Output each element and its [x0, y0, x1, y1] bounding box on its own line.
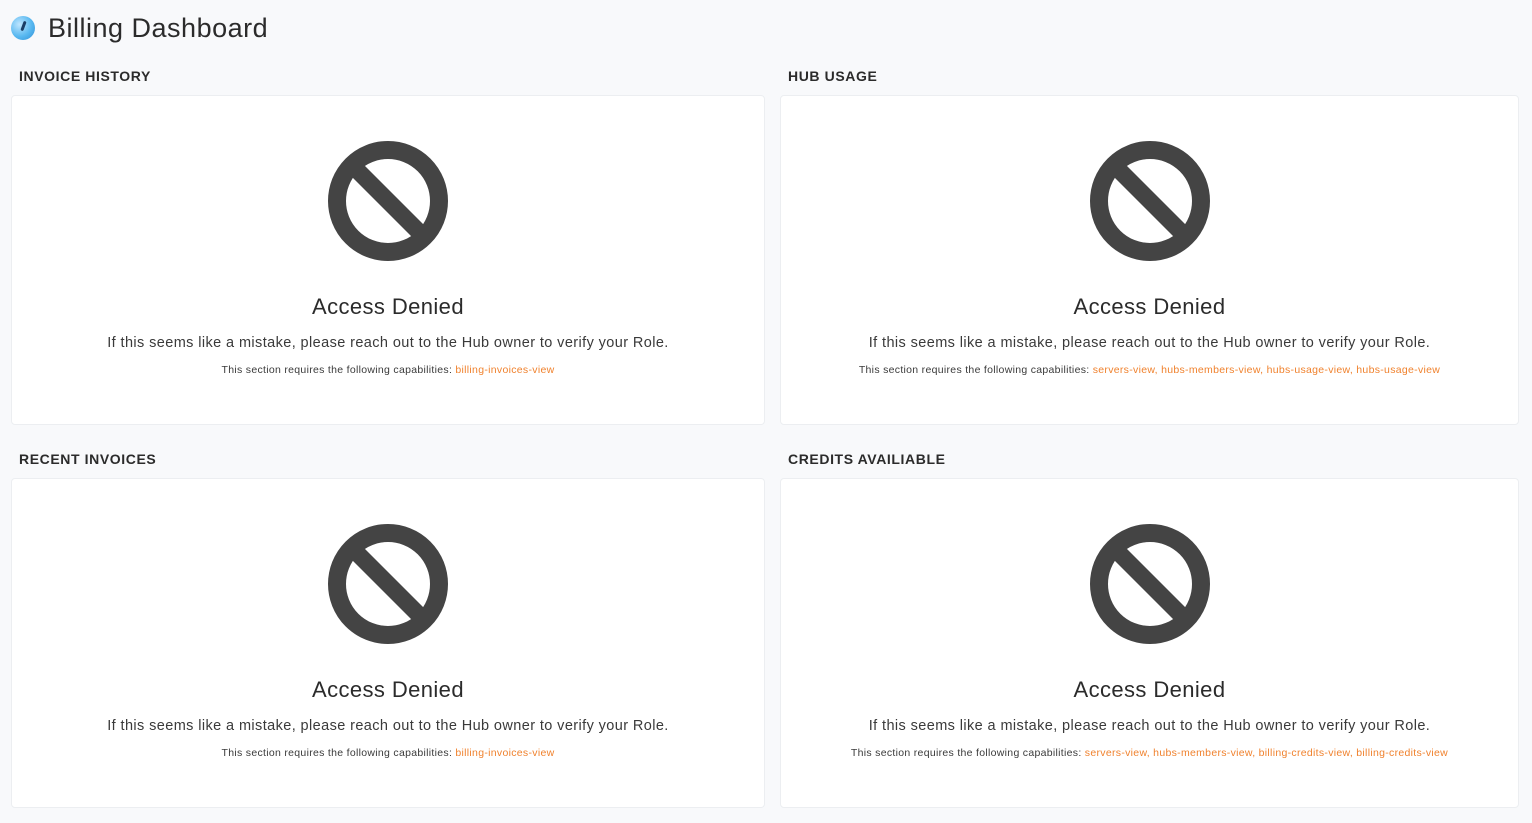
access-denied-title: Access Denied	[312, 677, 464, 702]
credits-available-card: Access Denied If this seems like a mista…	[780, 478, 1519, 808]
capabilities-list: billing-invoices-view	[455, 747, 555, 759]
access-denied-message: If this seems like a mistake, please rea…	[868, 335, 1431, 351]
section-label-credits-available: CREDITS AVAILIABLE	[788, 451, 946, 467]
capabilities-list: servers-view, hubs-members-view, billing…	[1084, 747, 1449, 759]
capabilities-prefix: This section requires the following capa…	[221, 747, 453, 759]
access-denied-title: Access Denied	[1073, 294, 1226, 319]
no-entry-icon	[1089, 140, 1211, 262]
capabilities-prefix: This section requires the following capa…	[850, 747, 1082, 759]
capabilities-list: billing-invoices-view	[455, 364, 555, 376]
hub-usage-card: Access Denied If this seems like a mista…	[780, 95, 1519, 425]
section-label-hub-usage: HUB USAGE	[788, 68, 878, 84]
section-label-recent-invoices: RECENT INVOICES	[19, 451, 157, 467]
access-denied-message: If this seems like a mistake, please rea…	[107, 718, 669, 734]
capabilities-list: servers-view, hubs-members-view, hubs-us…	[1092, 364, 1441, 376]
no-entry-icon	[327, 140, 449, 262]
section-label-invoice-history: INVOICE HISTORY	[19, 68, 151, 84]
access-denied-title: Access Denied	[1073, 677, 1226, 702]
no-entry-icon	[1089, 523, 1211, 645]
capabilities-prefix: This section requires the following capa…	[858, 364, 1090, 376]
capabilities-prefix: This section requires the following capa…	[221, 364, 453, 376]
access-denied-message: If this seems like a mistake, please rea…	[868, 718, 1431, 734]
access-denied-message: If this seems like a mistake, please rea…	[107, 335, 669, 351]
capabilities-note: This section requires the following capa…	[12, 747, 764, 759]
capabilities-note: This section requires the following capa…	[781, 747, 1518, 759]
recent-invoices-card: Access Denied If this seems like a mista…	[11, 478, 765, 808]
capabilities-note: This section requires the following capa…	[781, 364, 1518, 376]
capabilities-note: This section requires the following capa…	[12, 364, 764, 376]
page-header: Billing Dashboard	[10, 10, 268, 46]
no-entry-icon	[327, 523, 449, 645]
invoice-history-card: Access Denied If this seems like a mista…	[11, 95, 765, 425]
access-denied-title: Access Denied	[312, 294, 464, 319]
page-title: Billing Dashboard	[48, 12, 269, 43]
gauge-logo-icon	[11, 16, 35, 40]
